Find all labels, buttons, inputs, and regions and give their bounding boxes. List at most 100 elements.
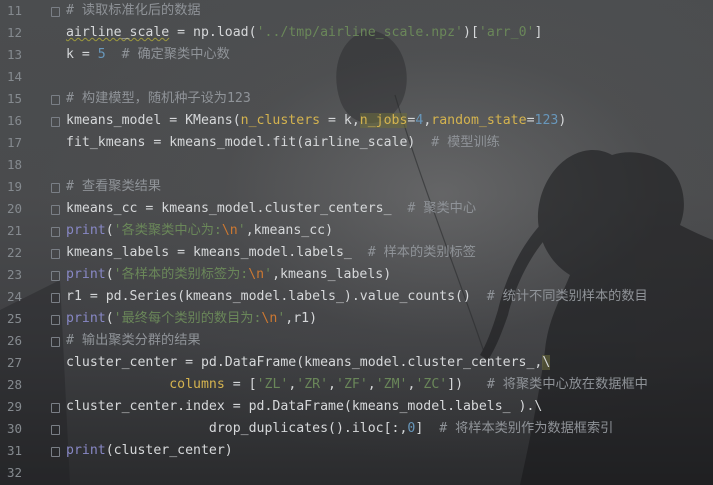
fold-marker-icon[interactable]: [51, 205, 60, 215]
code-text[interactable]: kmeans_cc = kmeans_model.cluster_centers…: [66, 198, 476, 220]
code-token: 'ZF': [336, 377, 368, 392]
code-token: '各样本的类别标签为:: [113, 267, 249, 282]
code-token: )[: [463, 25, 479, 40]
code-token: # 读取标准化后的数据: [66, 3, 201, 18]
code-text[interactable]: # 输出聚类分群的结果: [66, 330, 201, 352]
code-token: columns: [169, 377, 225, 392]
line-number: 24: [6, 289, 22, 304]
line-number: 22: [6, 245, 22, 260]
code-text[interactable]: # 构建模型，随机种子设为123: [66, 88, 251, 110]
code-token: '最终每个类别的数目为:: [113, 311, 262, 326]
code-text[interactable]: k = 5 # 确定聚类中心数: [66, 44, 230, 66]
code-line[interactable]: 24 r1 = pd.Series(kmeans_model.labels_).v…: [0, 286, 713, 308]
code-token: # 构建模型，随机种子设为123: [66, 91, 251, 106]
code-token: # 样本的类别标签: [351, 245, 476, 260]
fold-marker-icon[interactable]: [51, 7, 60, 17]
code-token: ]): [447, 377, 464, 392]
code-token: # 将聚类中心放在数据框中: [463, 377, 648, 392]
code-text[interactable]: kmeans_model = KMeans(n_clusters = k,n_j…: [66, 110, 566, 132]
fold-marker-icon[interactable]: [51, 447, 60, 457]
fold-marker-icon[interactable]: [51, 227, 60, 237]
line-number: 19: [6, 179, 22, 194]
code-token: \: [542, 355, 551, 370]
code-text[interactable]: cluster_center.index = pd.DataFrame(kmea…: [66, 396, 542, 418]
code-token: print: [66, 267, 106, 282]
code-line[interactable]: 20 kmeans_cc = kmeans_model.cluster_cente…: [0, 198, 713, 220]
code-text[interactable]: print('各类聚类中心为:\n',kmeans_cc): [66, 220, 333, 242]
line-number: 13: [6, 47, 22, 62]
code-line[interactable]: 13 k = 5 # 确定聚类中心数: [0, 44, 713, 66]
fold-marker-icon[interactable]: [51, 95, 60, 105]
code-text[interactable]: columns = ['ZL','ZR','ZF','ZM','ZC']) # …: [66, 374, 648, 396]
code-token: ': [264, 267, 273, 282]
code-line[interactable]: 17 fit_kmeans = kmeans_model.fit(airline_…: [0, 132, 713, 154]
code-token: print: [66, 223, 106, 238]
code-text[interactable]: airline_scale = np.load('../tmp/airline_…: [66, 22, 542, 44]
code-text[interactable]: drop_duplicates().iloc[:,0] # 将样本类别作为数据框…: [66, 418, 613, 440]
code-line[interactable]: 30 drop_duplicates().iloc[:,0] # 将样本类别作为…: [0, 418, 713, 440]
code-text[interactable]: kmeans_labels = kmeans_model.labels_ # 样…: [66, 242, 476, 264]
code-line[interactable]: 15 # 构建模型，随机种子设为123: [0, 88, 713, 110]
line-number: 18: [6, 157, 22, 172]
line-number: 31: [6, 443, 22, 458]
code-text[interactable]: cluster_center = pd.DataFrame(kmeans_mod…: [66, 352, 551, 374]
code-token: \n: [221, 223, 238, 238]
code-line[interactable]: 23 print('各样本的类别标签为:\n',kmeans_labels): [0, 264, 713, 286]
code-text[interactable]: # 读取标准化后的数据: [66, 0, 201, 22]
code-text[interactable]: print('各样本的类别标签为:\n',kmeans_labels): [66, 264, 391, 286]
code-line[interactable]: 27 cluster_center = pd.DataFrame(kmeans_m…: [0, 352, 713, 374]
code-token: # 聚类中心: [391, 201, 477, 216]
code-token: ,kmeans_cc): [245, 223, 334, 238]
fold-marker-icon[interactable]: [51, 117, 60, 127]
code-token: ,kmeans_labels): [272, 267, 392, 282]
code-token: =: [526, 113, 535, 128]
code-token: # 统计不同类别样本的数目: [470, 289, 648, 304]
code-line[interactable]: 31 print(cluster_center): [0, 440, 713, 462]
fold-marker-icon[interactable]: [51, 293, 60, 303]
code-token: # 查看聚类结果: [66, 179, 162, 194]
code-line[interactable]: 32: [0, 462, 713, 484]
line-number: 17: [6, 135, 22, 150]
fold-marker-icon[interactable]: [51, 403, 60, 413]
code-text[interactable]: fit_kmeans = kmeans_model.fit(airline_sc…: [66, 132, 500, 154]
code-token: airline_scale: [66, 25, 170, 40]
code-line[interactable]: 14: [0, 66, 713, 88]
code-token: 'arr_0': [478, 25, 535, 40]
code-editor[interactable]: 11 # 读取标准化后的数据 12 airline_scale = np.load('…: [0, 0, 713, 485]
code-line[interactable]: 19 # 查看聚类结果: [0, 176, 713, 198]
code-token: r1 = pd.Series(kmeans_model.labels_).val…: [66, 289, 471, 304]
code-line[interactable]: 29 cluster_center.index = pd.DataFrame(km…: [0, 396, 713, 418]
code-line[interactable]: 12 airline_scale = np.load('../tmp/airlin…: [0, 22, 713, 44]
code-line[interactable]: 25 print('最终每个类别的数目为:\n',r1): [0, 308, 713, 330]
code-line[interactable]: 16 kmeans_model = KMeans(n_clusters = k,n…: [0, 110, 713, 132]
code-line[interactable]: 21 print('各类聚类中心为:\n',kmeans_cc): [0, 220, 713, 242]
fold-marker-icon[interactable]: [51, 315, 60, 325]
code-line[interactable]: 18: [0, 154, 713, 176]
code-line[interactable]: 11 # 读取标准化后的数据: [0, 0, 713, 22]
fold-marker-icon[interactable]: [51, 337, 60, 347]
line-number: 20: [6, 201, 22, 216]
code-token: '../tmp/airline_scale.npz': [256, 25, 463, 40]
code-text[interactable]: print(cluster_center): [66, 440, 233, 462]
fold-marker-icon[interactable]: [51, 425, 60, 435]
code-token: 'ZM': [375, 377, 408, 392]
code-token: (: [105, 311, 114, 326]
code-text[interactable]: r1 = pd.Series(kmeans_model.labels_).val…: [66, 286, 648, 308]
code-token: 123: [534, 113, 559, 128]
code-line[interactable]: 26 # 输出聚类分群的结果: [0, 330, 713, 352]
code-token: 'ZL': [256, 377, 289, 392]
code-text[interactable]: # 查看聚类结果: [66, 176, 161, 198]
code-line[interactable]: 28 columns = ['ZL','ZR','ZF','ZM','ZC'])…: [0, 374, 713, 396]
fold-marker-icon[interactable]: [51, 271, 60, 281]
fold-marker-icon[interactable]: [51, 249, 60, 259]
code-text[interactable]: print('最终每个类别的数目为:\n',r1): [66, 308, 317, 330]
code-token: cluster_center = pd.DataFrame(kmeans_mod…: [66, 355, 543, 370]
code-line[interactable]: 22 kmeans_labels = kmeans_model.labels_ #…: [0, 242, 713, 264]
code-token: print: [66, 311, 106, 326]
line-number: 26: [6, 333, 22, 348]
code-token: n_jobs: [359, 113, 408, 128]
code-token: random_state: [431, 113, 527, 128]
fold-marker-icon[interactable]: [51, 183, 60, 193]
code-token: ]: [534, 25, 543, 40]
